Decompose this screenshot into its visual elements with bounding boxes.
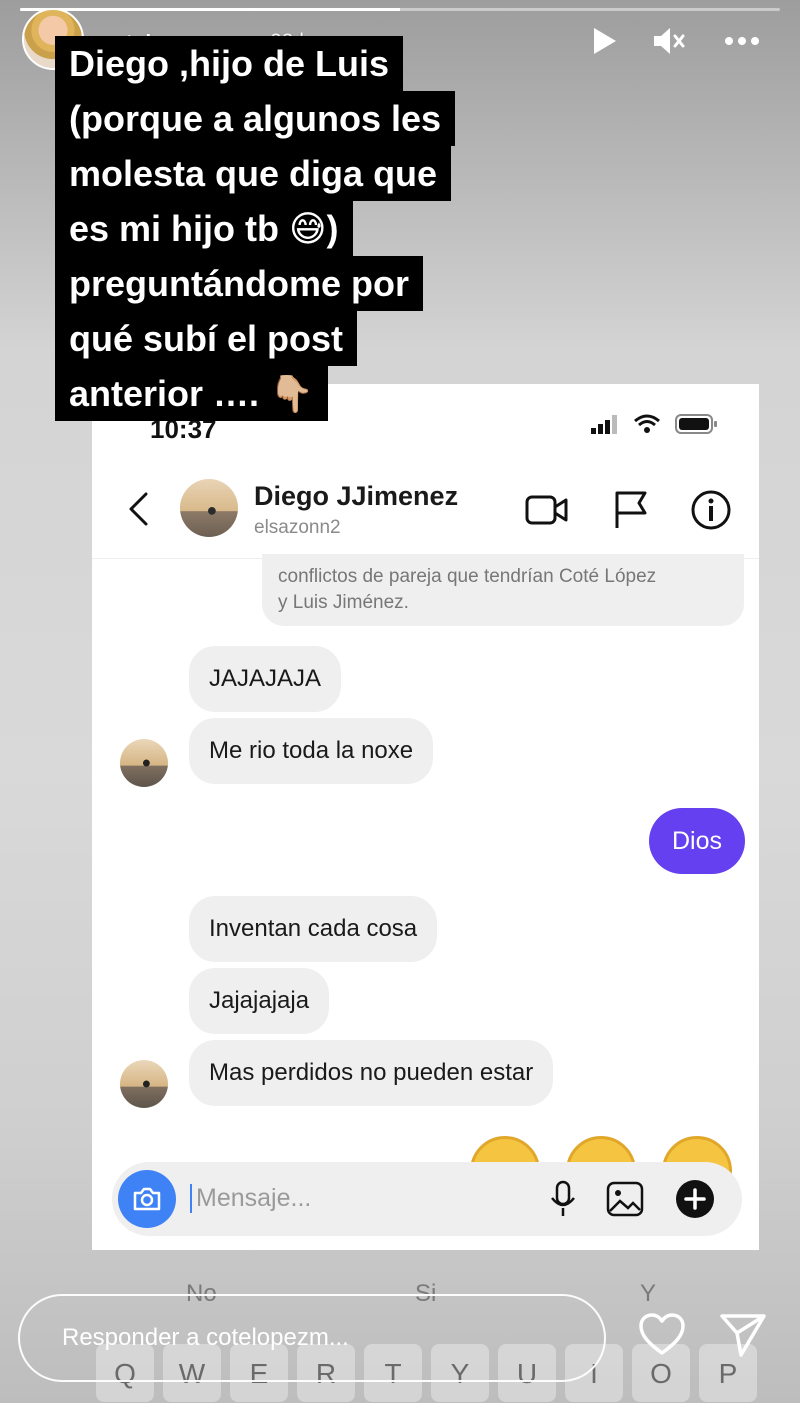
- caption-line: molesta que diga que: [55, 146, 452, 201]
- message-bubble[interactable]: Inventan cada cosa: [189, 896, 438, 962]
- message-input[interactable]: Mensaje...: [190, 1184, 311, 1213]
- play-icon[interactable]: [586, 24, 622, 58]
- caption-line: es mi hijo tb 😅): [55, 201, 353, 256]
- camera-icon[interactable]: [118, 1170, 176, 1228]
- caption-line: (porque a algunos les: [55, 91, 456, 146]
- message-bubble[interactable]: Mas perdidos no pueden estar: [189, 1040, 554, 1106]
- story-caption: Diego ,hijo de Luis (porque a algunos le…: [55, 36, 575, 421]
- battery-icon: [675, 414, 717, 434]
- caption-line: preguntándome por: [55, 256, 423, 311]
- signal-icon: [591, 415, 617, 434]
- contact-avatar[interactable]: [180, 479, 238, 537]
- more-icon[interactable]: [724, 24, 760, 58]
- message-sender-avatar: [120, 739, 168, 787]
- add-icon[interactable]: [672, 1176, 718, 1222]
- status-icons: [591, 414, 719, 434]
- wifi-icon: [634, 414, 660, 433]
- message-bubble[interactable]: Jajajajaja: [189, 968, 330, 1034]
- reply-placeholder: Responder a cotelopezm...: [62, 1324, 349, 1351]
- story-reply-input[interactable]: Responder a cotelopezm...: [18, 1294, 606, 1382]
- flag-icon[interactable]: [608, 487, 654, 533]
- heart-icon[interactable]: [637, 1310, 687, 1360]
- message-bubble[interactable]: JAJAJAJA: [189, 646, 342, 712]
- message-sender-avatar: [120, 1060, 168, 1108]
- back-icon[interactable]: [118, 489, 158, 529]
- contact-name[interactable]: Diego JJimenez: [254, 481, 458, 512]
- keyboard-suggestion: Y: [640, 1280, 657, 1307]
- quoted-line: conflictos de pareja que tendrían Coté L…: [278, 566, 657, 587]
- caption-line: qué subí el post: [55, 311, 358, 366]
- message-bubble[interactable]: Me rio toda la noxe: [189, 718, 434, 784]
- info-icon[interactable]: [688, 487, 734, 533]
- gallery-icon[interactable]: [602, 1176, 648, 1222]
- microphone-icon[interactable]: [540, 1176, 586, 1222]
- mute-icon[interactable]: [651, 24, 687, 58]
- dm-header: Diego JJimenez elsazonn2: [92, 479, 759, 559]
- quoted-shared-post[interactable]: conflictos de pareja que tendrían Coté L…: [262, 554, 744, 626]
- my-message-bubble[interactable]: Dios: [649, 808, 745, 874]
- story-progress-bar: [20, 8, 780, 11]
- video-call-icon[interactable]: [524, 487, 570, 533]
- message-composer: Mensaje...: [112, 1162, 742, 1236]
- caption-line: Diego ,hijo de Luis: [55, 36, 404, 91]
- quoted-line: y Luis Jiménez.: [278, 592, 409, 613]
- caption-line: anterior …. 👇🏼: [55, 366, 328, 421]
- dm-screenshot: 10:37 Diego JJimenez elsazonn2 conflicto…: [92, 384, 759, 1250]
- story-progress-fill: [20, 8, 400, 11]
- send-icon[interactable]: [718, 1310, 768, 1360]
- contact-handle: elsazonn2: [254, 517, 341, 538]
